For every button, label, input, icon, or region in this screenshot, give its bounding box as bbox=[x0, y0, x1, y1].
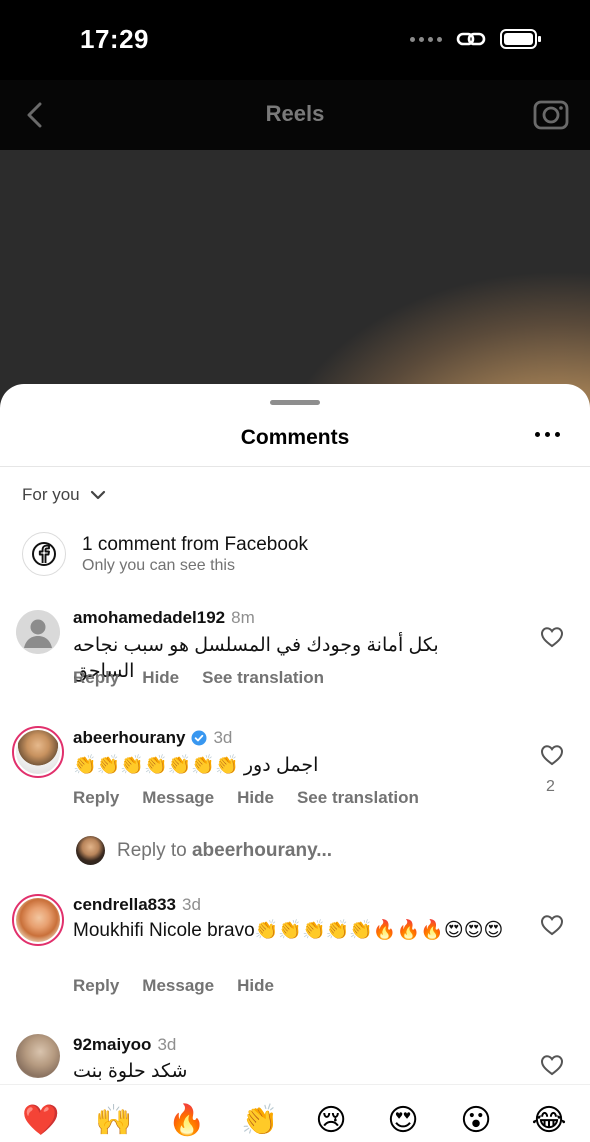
comment-actions: Reply Message Hide bbox=[73, 976, 274, 996]
emoji-raised-hands-button[interactable]: 🙌 bbox=[95, 1103, 132, 1139]
comment-username[interactable]: 92maiyoo bbox=[73, 1035, 151, 1055]
comment-username[interactable]: amohamedadel192 bbox=[73, 608, 225, 628]
comments-sheet: Comments For you 1 comment from Facebook… bbox=[0, 384, 590, 1142]
comment-item: cendrella833 3d Moukhifi Nicole bravo👏👏👏… bbox=[0, 894, 590, 1004]
emoji-laughing-button[interactable]: 😂 bbox=[531, 1103, 567, 1139]
status-time: 17:29 bbox=[80, 24, 149, 54]
chevron-down-icon bbox=[90, 490, 105, 500]
avatar[interactable] bbox=[16, 1034, 60, 1078]
avatar[interactable] bbox=[12, 726, 64, 778]
emoji-fire-button[interactable]: 🔥 bbox=[168, 1103, 205, 1139]
comment-item: abeerhourany 3d اجمل دور 👏👏👏👏👏👏👏 Reply M… bbox=[0, 726, 590, 826]
nav-bar: Reels bbox=[0, 80, 590, 150]
comment-text: Moukhifi Nicole bravo👏👏👏👏👏🔥🔥🔥😍😍😍 bbox=[73, 920, 504, 941]
signal-dots-icon bbox=[410, 36, 442, 42]
reply-to-prefix: Reply to bbox=[117, 839, 187, 861]
divider bbox=[0, 466, 590, 467]
emoji-crying-button[interactable]: 😢 bbox=[313, 1103, 349, 1139]
comment-actions: Reply Hide See translation bbox=[73, 668, 324, 688]
camera-icon[interactable] bbox=[532, 96, 570, 132]
default-avatar-icon bbox=[16, 610, 60, 654]
comment-username[interactable]: abeerhourany bbox=[73, 728, 185, 748]
see-translation-button[interactable]: See translation bbox=[202, 668, 324, 688]
emoji-clap-button[interactable]: 👏 bbox=[241, 1103, 278, 1139]
like-count: 2 bbox=[546, 778, 555, 795]
reply-button[interactable]: Reply bbox=[73, 976, 119, 996]
more-options-icon[interactable] bbox=[535, 432, 560, 437]
avatar bbox=[76, 836, 105, 865]
reply-to-input[interactable]: Reply to abeerhourany... bbox=[76, 836, 332, 865]
battery-icon bbox=[500, 29, 541, 49]
emoji-surprised-button[interactable]: 😮 bbox=[458, 1103, 494, 1139]
comment-header: cendrella833 3d bbox=[73, 895, 201, 915]
filter-label: For you bbox=[22, 485, 80, 504]
message-button[interactable]: Message bbox=[142, 976, 214, 996]
heart-icon[interactable] bbox=[540, 1054, 564, 1076]
link-icon bbox=[456, 32, 486, 46]
heart-icon[interactable] bbox=[540, 744, 564, 766]
emoji-quick-bar: ❤️ 🙌 🔥 👏 😢 😍 😮 😂 bbox=[0, 1084, 590, 1142]
emoji-heart-button[interactable]: ❤️ bbox=[22, 1103, 59, 1139]
comment-text: اجمل دور 👏👏👏👏👏👏👏 bbox=[73, 755, 319, 776]
avatar[interactable] bbox=[16, 610, 60, 654]
see-translation-button[interactable]: See translation bbox=[297, 788, 419, 808]
comment-actions: Reply Message Hide See translation bbox=[73, 788, 419, 808]
heart-icon[interactable] bbox=[540, 626, 564, 648]
reel-video-background bbox=[0, 150, 590, 410]
status-icons bbox=[410, 28, 542, 50]
drag-handle[interactable] bbox=[270, 400, 320, 405]
comment-filter-dropdown[interactable]: For you bbox=[22, 485, 106, 505]
avatar[interactable] bbox=[12, 894, 64, 946]
facebook-comment-notice[interactable]: 1 comment from Facebook Only you can see… bbox=[22, 532, 562, 580]
emoji-heart-eyes-button[interactable]: 😍 bbox=[385, 1103, 421, 1139]
comment-time: 3d bbox=[182, 895, 201, 914]
comment-item: amohamedadel192 8m بكل أمانة وجودك في ال… bbox=[0, 606, 590, 716]
verified-badge-icon bbox=[191, 730, 207, 746]
facebook-icon bbox=[22, 532, 66, 576]
page-title: Reels bbox=[265, 101, 325, 126]
hide-button[interactable]: Hide bbox=[142, 668, 179, 688]
hide-button[interactable]: Hide bbox=[237, 788, 274, 808]
facebook-notice-subtitle: Only you can see this bbox=[82, 557, 235, 574]
comment-header: abeerhourany 3d bbox=[73, 728, 232, 748]
comment-time: 3d bbox=[213, 728, 233, 747]
comment-username[interactable]: cendrella833 bbox=[73, 895, 176, 915]
reply-button[interactable]: Reply bbox=[73, 668, 119, 688]
facebook-notice-title: 1 comment from Facebook bbox=[82, 534, 308, 555]
comment-time: 8m bbox=[231, 608, 255, 627]
status-bar: 17:29 bbox=[0, 0, 590, 80]
comments-title: Comments bbox=[240, 426, 350, 449]
heart-icon[interactable] bbox=[540, 914, 564, 936]
reply-to-user: abeerhourany... bbox=[191, 839, 333, 861]
comment-time: 3d bbox=[157, 1035, 177, 1054]
hide-button[interactable]: Hide bbox=[237, 976, 274, 996]
comment-header: 92maiyoo 3d bbox=[73, 1035, 176, 1055]
message-button[interactable]: Message bbox=[142, 788, 214, 808]
reply-button[interactable]: Reply bbox=[73, 788, 119, 808]
comment-header: amohamedadel192 8m bbox=[73, 608, 255, 628]
